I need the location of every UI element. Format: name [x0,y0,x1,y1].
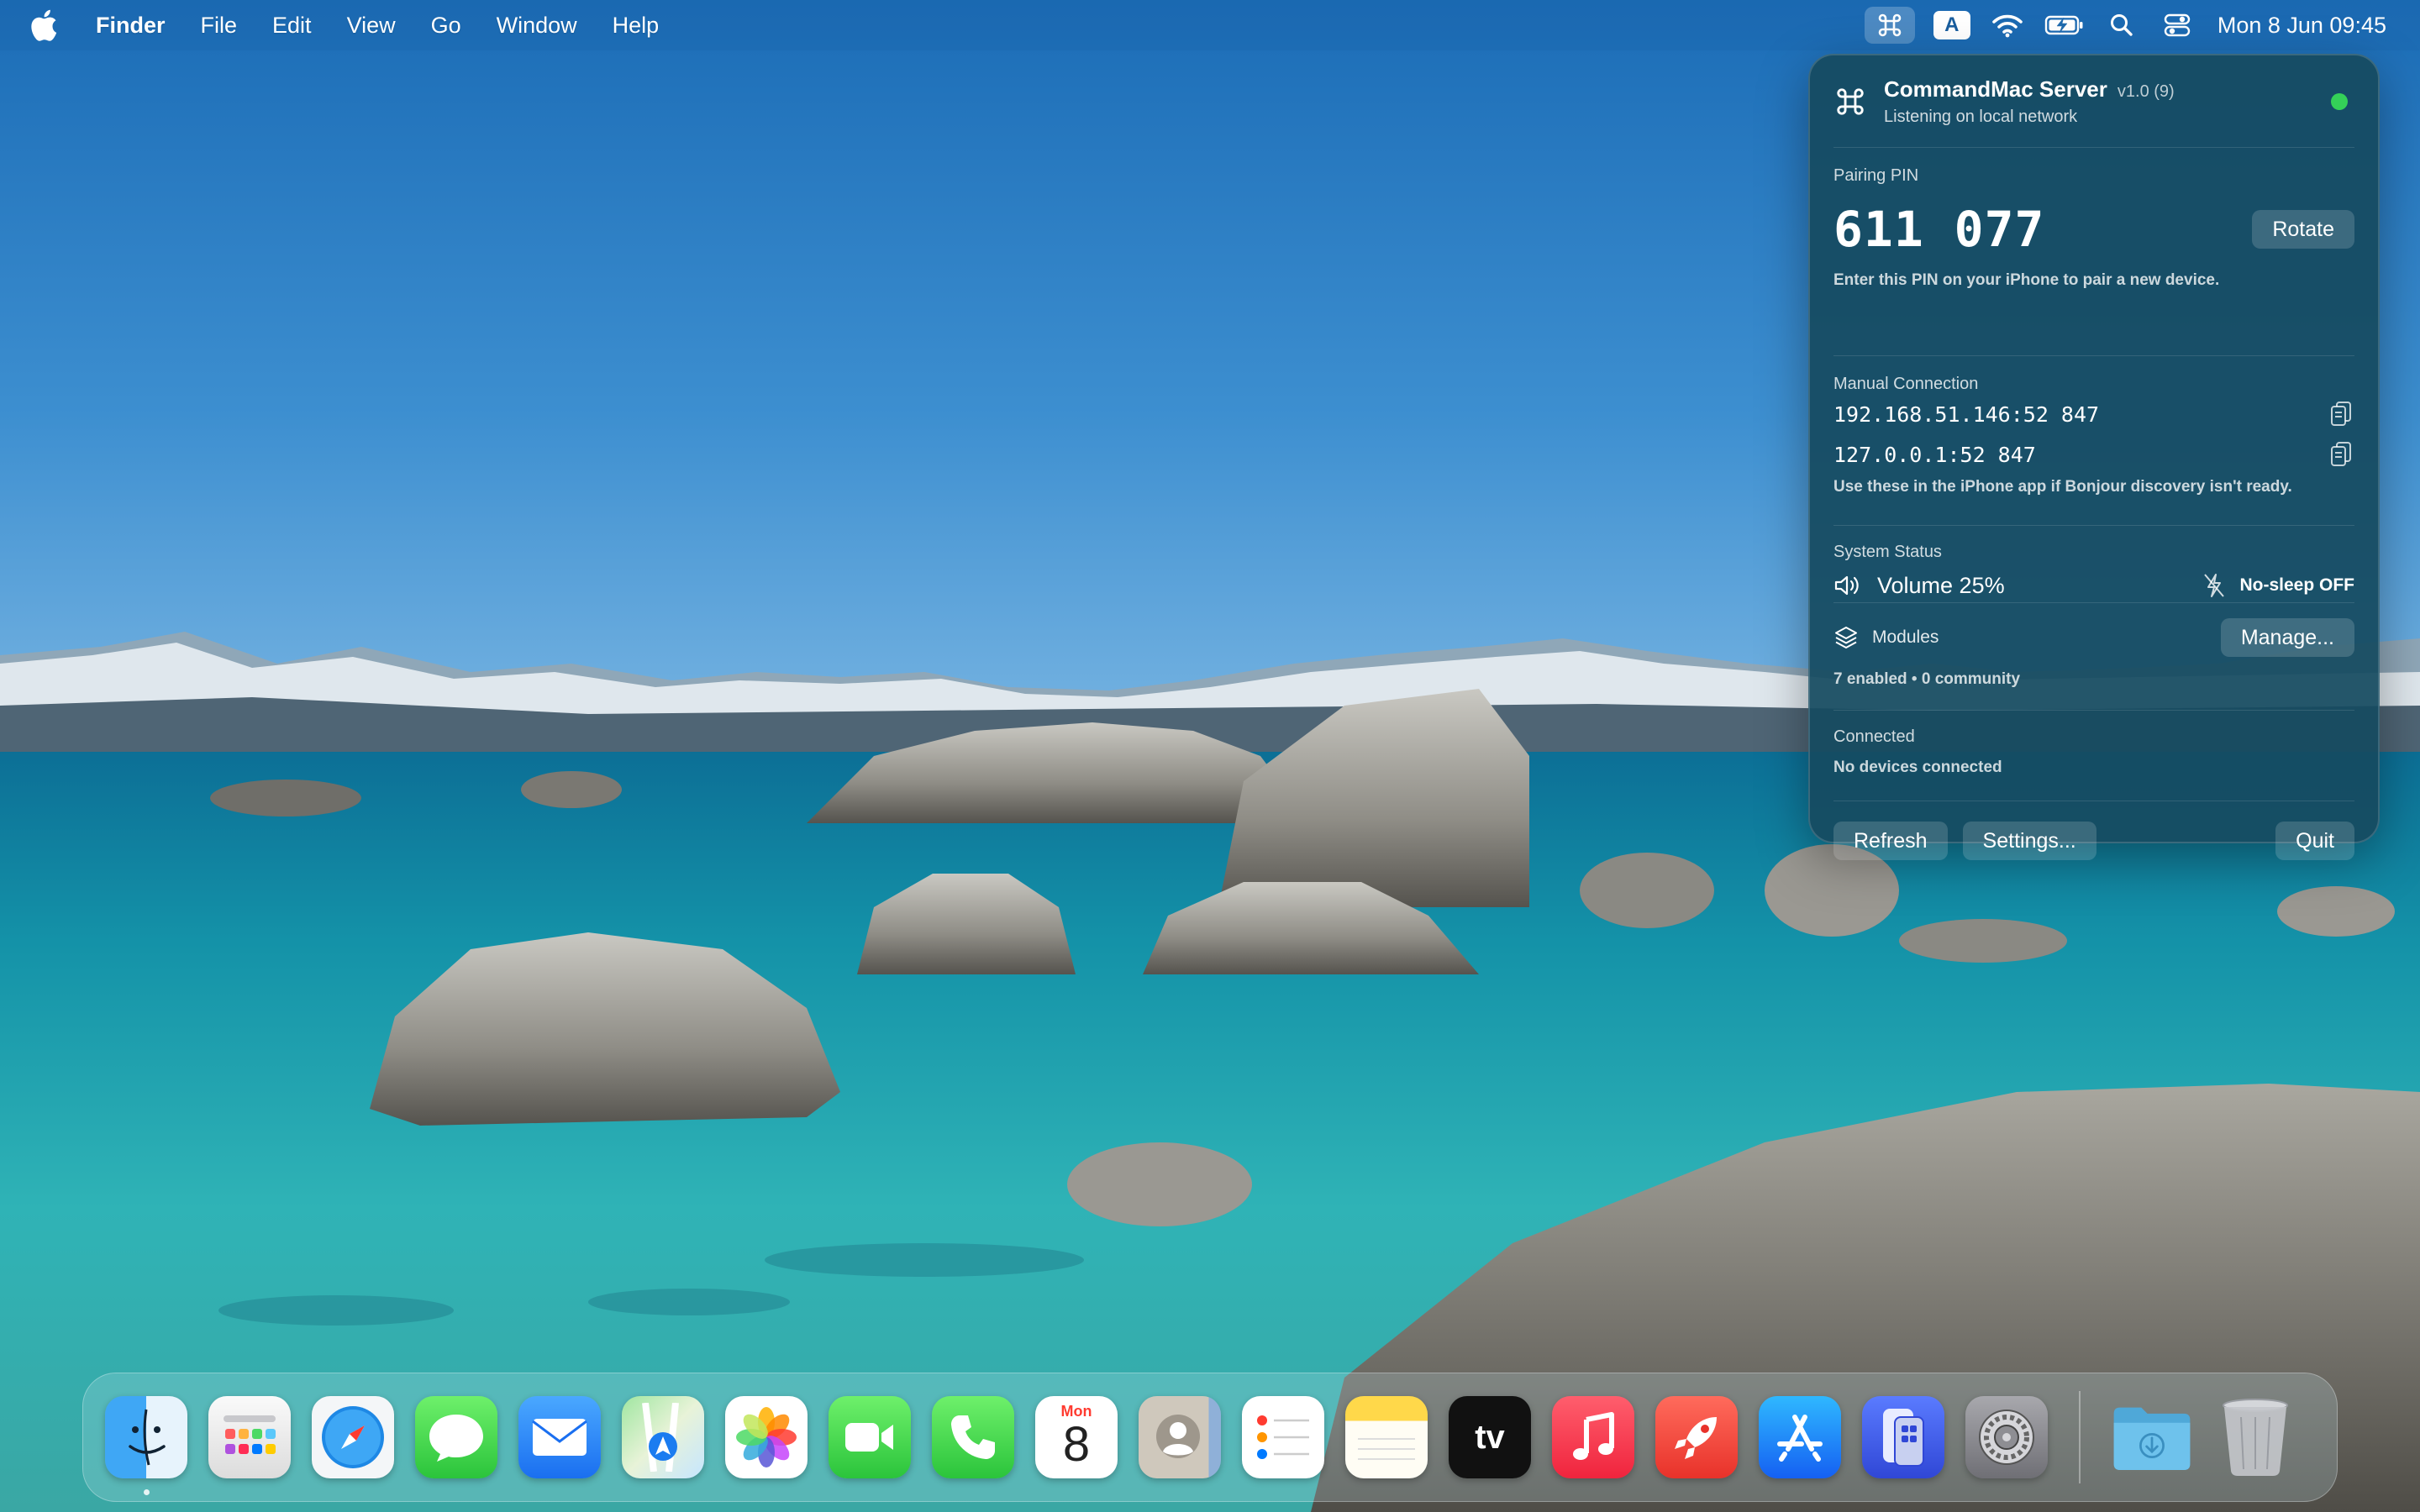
pairing-pin-row: 611 077 Rotate [1833,197,2354,261]
command-key-icon [1878,13,1902,37]
popover-header: CommandMac Server v1.0 (9) Listening on … [1833,55,2354,148]
calendar-date-number: 8 [1062,1417,1091,1472]
popover-title-row: CommandMac Server v1.0 (9) [1884,76,2331,102]
modules-section: Modules Manage... 7 enabled • 0 communit… [1833,603,2354,711]
dock-reminders-icon[interactable] [1242,1396,1324,1478]
manual-connection-row: 192.168.51.146:52 847 [1833,394,2354,434]
menu-view[interactable]: View [347,13,396,39]
dock-apple-tv-icon[interactable]: tv [1449,1396,1531,1478]
command-key-icon [1833,85,1867,118]
dock-rocket-icon[interactable] [1655,1396,1738,1478]
layers-icon [1835,627,1857,648]
no-sleep-status[interactable]: No-sleep OFF [2202,572,2354,599]
menu-edit[interactable]: Edit [272,13,312,39]
input-source-status-item[interactable]: A [1933,7,1970,44]
server-status-indicator [2331,92,2348,110]
input-source-badge: A [1933,11,1970,39]
connected-section: Connected No devices connected [1833,711,2354,801]
dock-maps-icon[interactable] [622,1396,704,1478]
menu-bar: Finder File Edit View Go Window Help A M… [0,0,2420,50]
popover-subtitle: Listening on local network [1884,107,2078,126]
popover-header-text: CommandMac Server v1.0 (9) Listening on … [1884,76,2331,127]
connected-label: Connected [1833,727,1915,746]
manual-connection-hint: Use these in the iPhone app if Bonjour d… [1833,478,2292,496]
dock-calendar-icon[interactable]: Mon 8 [1035,1396,1118,1478]
menu-help[interactable]: Help [613,13,660,39]
volume-value: Volume 25% [1877,572,2005,598]
pairing-pin-section: Pairing PIN 611 077 Rotate Enter this PI… [1833,148,2354,356]
speaker-icon [1834,575,1859,596]
rotate-pin-button[interactable]: Rotate [2252,210,2354,249]
dock-launchpad-icon[interactable] [208,1396,291,1478]
modules-heading: Modules [1833,625,1939,650]
commandmac-status-item[interactable] [1864,7,1915,44]
dock-finder-icon[interactable] [105,1396,187,1495]
popover-title: CommandMac Server [1884,76,2107,102]
pairing-pin-label: Pairing PIN [1833,166,1919,185]
system-status-section: System Status Volume 25% No-sleep OFF [1833,526,2354,603]
connected-status: No devices connected [1833,759,2002,776]
dock-notes-icon[interactable] [1345,1396,1428,1478]
popover-footer: Refresh Settings... Quit [1833,801,2354,880]
manual-connection-label: Manual Connection [1833,375,1979,393]
dock-system-settings-icon[interactable] [1965,1396,2048,1478]
wifi-icon[interactable] [1989,7,2026,44]
lan-address[interactable]: 192.168.51.146:52 847 [1833,402,2099,427]
footer-left-buttons: Refresh Settings... [1833,822,2112,860]
control-center-icon[interactable] [2159,7,2196,44]
menu-window[interactable]: Window [497,13,577,39]
dock-iphone-mirroring-icon[interactable] [1862,1396,1944,1478]
system-status-label: System Status [1833,543,1942,561]
no-sleep-icon [2204,574,2225,597]
modules-label: Modules [1872,627,1939,647]
pairing-pin-hint: Enter this PIN on your iPhone to pair a … [1833,271,2220,289]
settings-button[interactable]: Settings... [1962,822,2096,860]
running-indicator [144,1489,150,1495]
loopback-address[interactable]: 127.0.0.1:52 847 [1833,443,2036,467]
tv-label: tv [1475,1418,1505,1456]
dock-safari-icon[interactable] [312,1396,394,1478]
menu-bar-left: Finder File Edit View Go Window Help [30,0,694,50]
apple-menu-icon[interactable] [30,8,62,42]
copy-icon[interactable] [2328,439,2354,470]
dock-photos-icon[interactable] [725,1396,808,1478]
quit-button[interactable]: Quit [2275,822,2354,860]
system-status-row: Volume 25% No-sleep OFF [1833,562,2354,609]
volume-status: Volume 25% [1833,573,2005,599]
menu-go[interactable]: Go [431,13,461,39]
dock-phone-icon[interactable] [932,1396,1014,1478]
dock: Mon 8 tv [82,1373,2338,1502]
dock-contacts-icon[interactable] [1139,1396,1221,1478]
menu-bar-clock[interactable]: Mon 8 Jun 09:45 [2217,13,2386,39]
dock-mail-icon[interactable] [518,1396,601,1478]
dock-messages-icon[interactable] [415,1396,497,1478]
dock-trash-icon[interactable] [2214,1396,2296,1478]
manage-modules-button[interactable]: Manage... [2220,618,2354,657]
menu-bar-status-area: A Mon 8 Jun 09:45 [1846,0,2386,50]
menu-file[interactable]: File [201,13,238,39]
pairing-pin-value: 611 077 [1833,201,2045,258]
dock-music-icon[interactable] [1552,1396,1634,1478]
menu-app-finder[interactable]: Finder [96,13,166,39]
dock-app-store-icon[interactable] [1759,1396,1841,1478]
modules-summary: 7 enabled • 0 community [1833,670,2021,688]
manual-connection-section: Manual Connection 192.168.51.146:52 847 … [1833,356,2354,526]
refresh-button[interactable]: Refresh [1833,822,1948,860]
copy-icon[interactable] [2328,399,2354,429]
modules-row: Modules Manage... [1833,617,2354,659]
commandmac-popover: CommandMac Server v1.0 (9) Listening on … [1808,54,2380,860]
battery-charging-icon[interactable] [2044,7,2085,44]
no-sleep-value: No-sleep OFF [2239,575,2354,595]
spotlight-search-icon[interactable] [2103,7,2140,44]
manual-connection-row: 127.0.0.1:52 847 [1833,434,2354,475]
popover-version: v1.0 (9) [2117,81,2175,101]
dock-separator [2079,1391,2081,1483]
dock-downloads-folder-icon[interactable] [2111,1396,2193,1478]
dock-facetime-icon[interactable] [829,1396,911,1478]
